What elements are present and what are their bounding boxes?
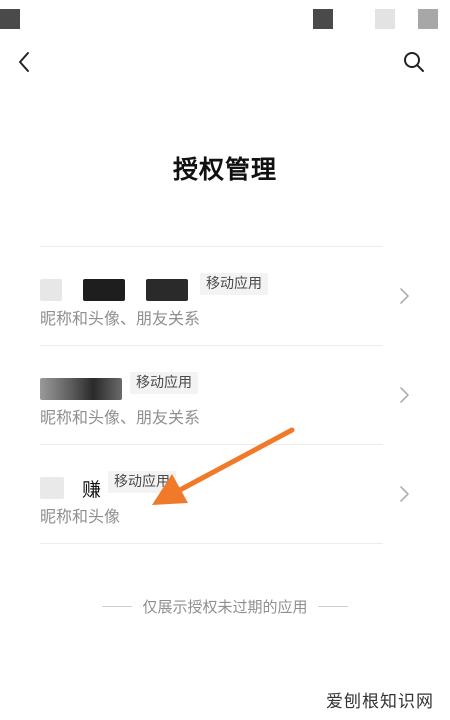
app-name: 赚 <box>40 473 110 501</box>
app-name-visible-char: 赚 <box>82 479 102 501</box>
chevron-right-icon <box>400 288 409 304</box>
search-icon <box>404 52 424 72</box>
status-block-left <box>0 9 20 29</box>
footer-divider-right <box>317 606 348 607</box>
status-block-right-2 <box>375 9 395 29</box>
search-button[interactable] <box>398 46 430 78</box>
back-button[interactable] <box>8 46 40 78</box>
page-title: 授权管理 <box>172 155 277 184</box>
footer-note: 仅展示授权未过期的应用 <box>0 596 450 617</box>
app-permissions: 昵称和头像、朋友关系 <box>40 309 201 328</box>
footer-note-text: 仅展示授权未过期的应用 <box>142 598 308 616</box>
footer-divider-left <box>102 606 133 607</box>
app-name-redacted <box>40 279 62 301</box>
status-block-right-3 <box>418 9 438 29</box>
chevron-right-icon <box>400 387 409 403</box>
app-permissions: 昵称和头像、朋友关系 <box>40 408 201 427</box>
app-row[interactable]: 赚 移动应用 昵称和头像 <box>40 445 409 544</box>
status-block-right-1 <box>313 9 333 29</box>
app-name-redacted <box>40 378 122 400</box>
app-type-tag: 移动应用 <box>108 471 176 493</box>
status-bar <box>0 0 450 36</box>
app-type-tag: 移动应用 <box>130 372 198 394</box>
nav-bar <box>0 40 450 84</box>
authorized-app-list: 移动应用 昵称和头像、朋友关系 移动应用 昵称和头像、朋友关系 赚 移动应用 昵… <box>40 246 409 544</box>
chevron-right-icon <box>400 486 409 502</box>
chevron-left-icon <box>19 52 29 72</box>
watermark-text: 爱刨根知识网 <box>326 692 434 712</box>
app-row[interactable]: 移动应用 昵称和头像、朋友关系 <box>40 346 409 445</box>
app-type-tag: 移动应用 <box>200 273 268 295</box>
app-row[interactable]: 移动应用 昵称和头像、朋友关系 <box>40 247 409 346</box>
app-name-redacted <box>146 279 188 301</box>
app-name-redacted <box>83 279 125 301</box>
app-name-redacted <box>40 477 64 499</box>
app-permissions: 昵称和头像 <box>40 507 121 526</box>
